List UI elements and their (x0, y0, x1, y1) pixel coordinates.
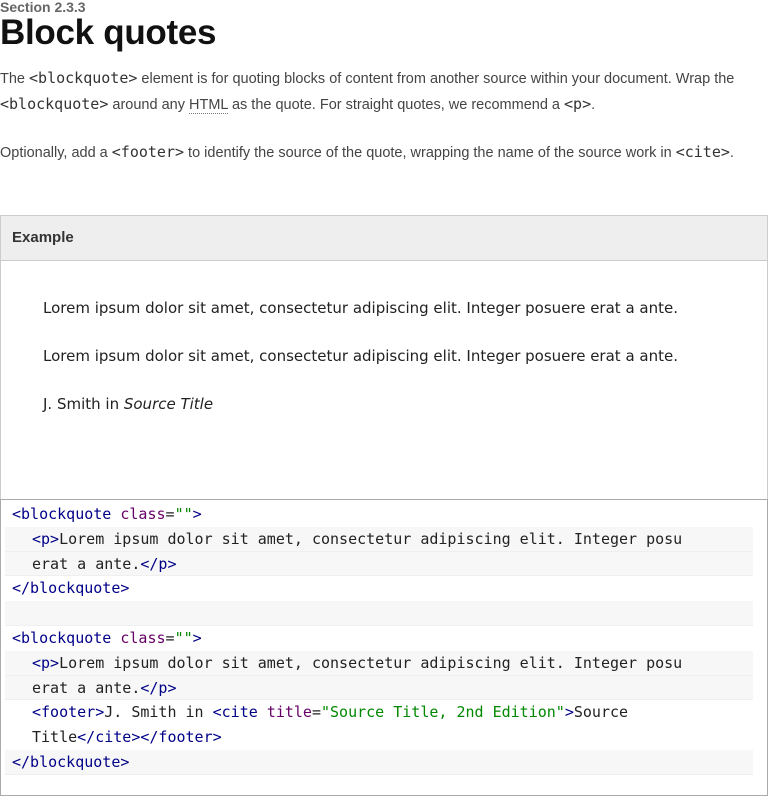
intro-paragraph-2: Optionally, add a <footer> to identify t… (0, 143, 734, 161)
inline-code: <p> (564, 95, 592, 113)
code-line: <p>Lorem ipsum dolor sit amet, consectet… (5, 650, 753, 676)
intro-paragraph-1: The <blockquote> element is for quoting … (0, 69, 735, 114)
code-line: <blockquote class=""> (12, 505, 202, 523)
code-line: <p>Lorem ipsum dolor sit amet, consectet… (5, 526, 753, 552)
code-line: <footer>J. Smith in <cite title="Source … (32, 703, 629, 722)
code-line: </blockquote> (12, 579, 130, 598)
inline-code: <blockquote> (29, 69, 138, 87)
inline-code: <footer> (111, 143, 185, 161)
code-line: erat a ante.</p> (5, 675, 753, 701)
inline-code: <cite> (675, 143, 730, 161)
inline-code: <blockquote> (0, 95, 109, 113)
code-line: Title</cite></footer> (32, 728, 222, 747)
quote-footer: J. Smith in Source Title (43, 395, 214, 413)
abbreviation-html[interactable]: HTML (189, 97, 228, 114)
quote-paragraph-1: Lorem ipsum dolor sit amet, consectetur … (43, 299, 678, 317)
code-line: erat a ante.</p> (5, 551, 753, 577)
example-header: Example (1, 216, 767, 261)
code-block[interactable]: <blockquote class=""> <p>Lorem ipsum dol… (0, 499, 768, 796)
quote-source-cite: Source Title (123, 395, 214, 413)
example-blockquote: Lorem ipsum dolor sit amet, consectetur … (43, 296, 703, 416)
code-line: </blockquote> (5, 749, 753, 775)
section-label: Section 2.3.3 (0, 0, 86, 15)
quote-paragraph-2: Lorem ipsum dolor sit amet, consectetur … (43, 347, 678, 365)
page-title: Block quotes (0, 13, 217, 52)
example-box: Example Lorem ipsum dolor sit amet, cons… (0, 215, 768, 500)
code-line (5, 601, 753, 626)
code-line: <blockquote class=""> (12, 628, 202, 647)
